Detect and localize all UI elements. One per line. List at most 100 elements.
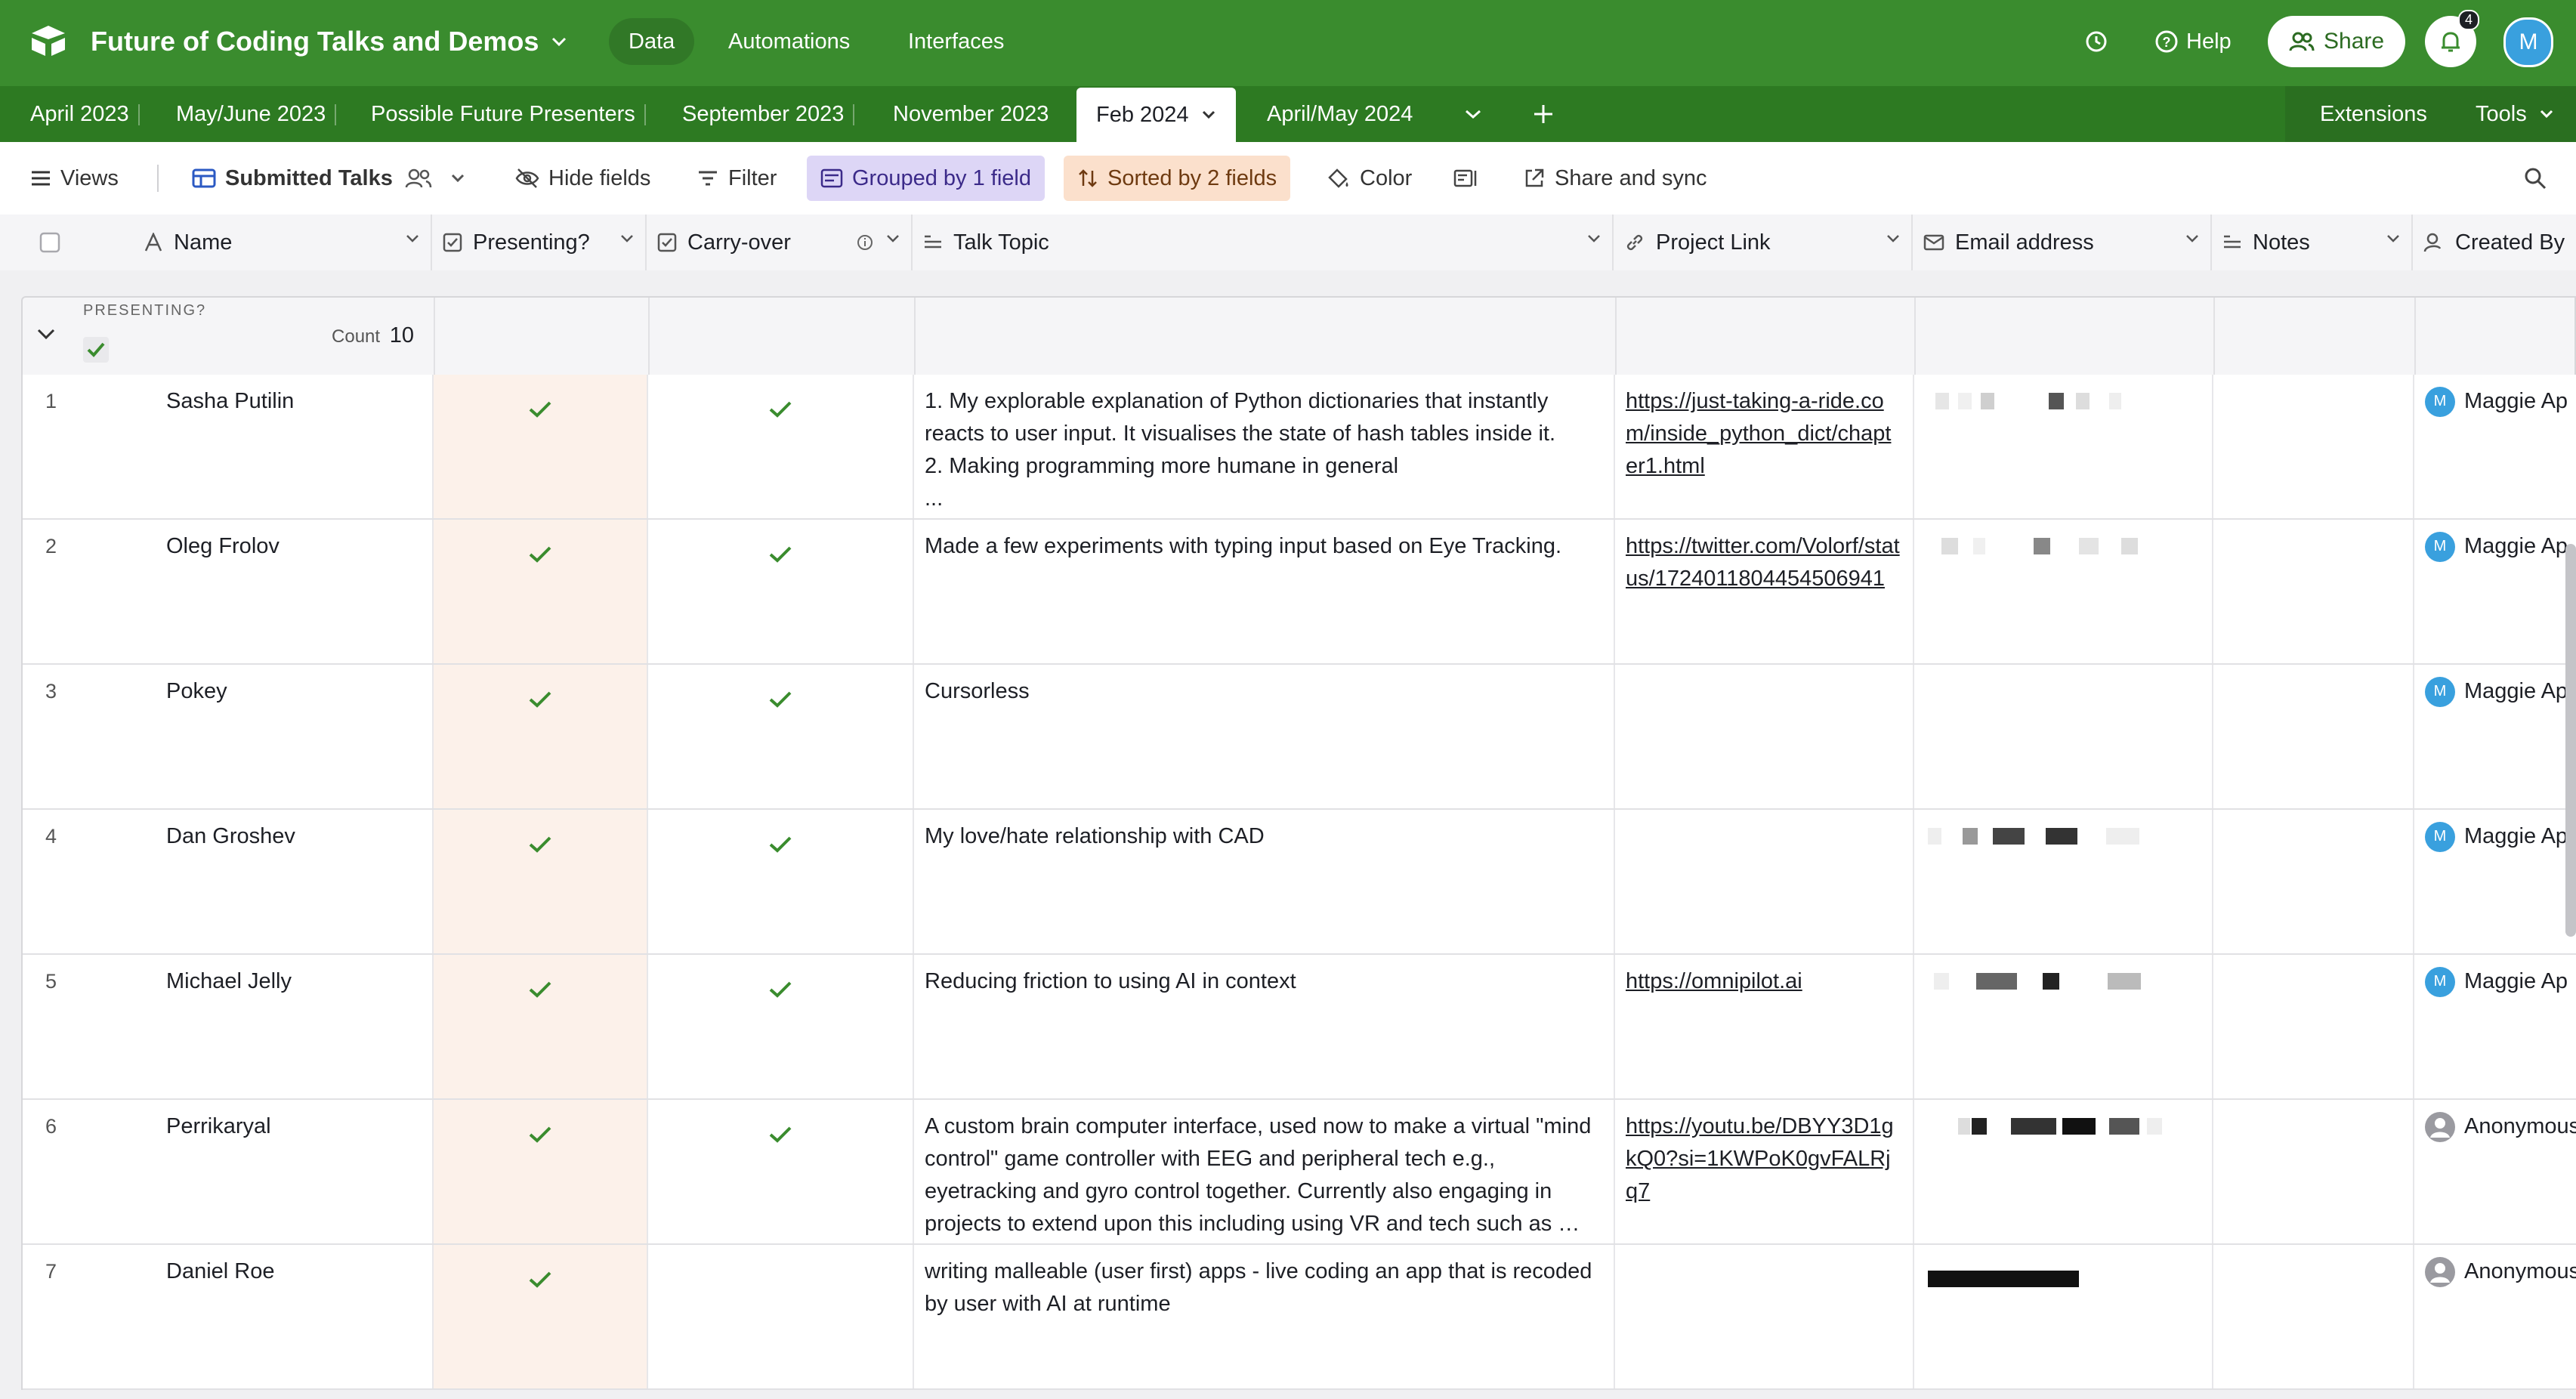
cell-project-link[interactable] bbox=[1615, 665, 1914, 808]
column-header-name[interactable]: Name bbox=[133, 215, 432, 270]
cell-name[interactable]: Michael Jelly bbox=[134, 955, 434, 1098]
cell-project-link[interactable]: https://omnipilot.ai bbox=[1615, 955, 1914, 1098]
share-button[interactable]: Share bbox=[2268, 16, 2406, 67]
table-row[interactable]: 5 Michael Jelly Reducing friction to usi… bbox=[23, 955, 2576, 1100]
cell-email[interactable] bbox=[1914, 955, 2213, 1098]
project-link[interactable]: https://just-taking-a-ride.com/inside_py… bbox=[1626, 389, 1891, 478]
cell-notes[interactable] bbox=[2213, 955, 2414, 1098]
cell-carry-over[interactable] bbox=[648, 1100, 914, 1243]
cell-created-by[interactable]: M Maggie Ap bbox=[2414, 810, 2576, 953]
cell-talk-topic[interactable]: writing malleable (user first) apps - li… bbox=[914, 1245, 1615, 1388]
cell-email[interactable] bbox=[1914, 375, 2213, 518]
cell-presenting[interactable] bbox=[434, 520, 648, 663]
cell-talk-topic[interactable]: Reducing friction to using AI in context bbox=[914, 955, 1615, 1098]
cell-carry-over[interactable] bbox=[648, 810, 914, 953]
cell-talk-topic[interactable]: A custom brain computer interface, used … bbox=[914, 1100, 1615, 1243]
airtable-logo-icon[interactable] bbox=[29, 23, 68, 59]
filter-button[interactable]: Filter bbox=[697, 156, 777, 201]
cell-project-link[interactable]: https://just-taking-a-ride.com/inside_py… bbox=[1615, 375, 1914, 518]
cell-talk-topic[interactable]: 1. My explorable explanation of Python d… bbox=[914, 375, 1615, 518]
chevron-down-icon[interactable] bbox=[1201, 110, 1216, 119]
cell-presenting[interactable] bbox=[434, 375, 648, 518]
tab-april-may-2024[interactable]: April/May 2024 bbox=[1267, 86, 1413, 142]
cell-project-link[interactable]: https://twitter.com/Volorf/status/172401… bbox=[1615, 520, 1914, 663]
cell-project-link[interactable] bbox=[1615, 1245, 1914, 1388]
share-sync-button[interactable]: Share and sync bbox=[1523, 156, 1707, 201]
table-row[interactable]: 1 Sasha Putilin 1. My explorable explana… bbox=[23, 375, 2576, 520]
tab-feb-2024[interactable]: Feb 2024 bbox=[1076, 88, 1236, 142]
view-switcher[interactable]: Submitted Talks bbox=[192, 156, 465, 201]
collapse-group-chevron-icon[interactable] bbox=[36, 328, 56, 340]
nav-interfaces[interactable]: Interfaces bbox=[888, 18, 1024, 65]
sort-button[interactable]: Sorted by 2 fields bbox=[1064, 156, 1291, 201]
table-row[interactable]: 2 Oleg Frolov Made a few experiments wit… bbox=[23, 520, 2576, 665]
column-header-project-link[interactable]: Project Link bbox=[1614, 215, 1913, 270]
column-header-carry-over[interactable]: Carry-over bbox=[647, 215, 913, 270]
cell-presenting[interactable] bbox=[434, 665, 648, 808]
cell-carry-over[interactable] bbox=[648, 955, 914, 1098]
cell-presenting[interactable] bbox=[434, 1245, 648, 1388]
nav-automations[interactable]: Automations bbox=[709, 18, 869, 65]
table-row[interactable]: 3 Pokey Cursorless M Maggie Ap bbox=[23, 665, 2576, 810]
nav-data[interactable]: Data bbox=[609, 18, 695, 65]
cell-notes[interactable] bbox=[2213, 665, 2414, 808]
table-row[interactable]: 7 Daniel Roe writing malleable (user fir… bbox=[23, 1245, 2576, 1390]
cell-talk-topic[interactable]: My love/hate relationship with CAD bbox=[914, 810, 1615, 953]
cell-email[interactable] bbox=[1914, 1245, 2213, 1388]
cell-presenting[interactable] bbox=[434, 955, 648, 1098]
group-button[interactable]: Grouped by 1 field bbox=[807, 156, 1045, 201]
cell-talk-topic[interactable]: Cursorless bbox=[914, 665, 1615, 808]
tools-button[interactable]: Tools bbox=[2476, 86, 2554, 142]
cell-created-by[interactable]: Anonymous bbox=[2414, 1100, 2576, 1243]
cell-created-by[interactable]: M Maggie Ap bbox=[2414, 520, 2576, 663]
more-tabs-chevron-icon[interactable] bbox=[1464, 86, 1482, 142]
cell-email[interactable] bbox=[1914, 665, 2213, 808]
cell-created-by[interactable]: Anonymous bbox=[2414, 1245, 2576, 1388]
tab-april-2023[interactable]: April 2023 bbox=[30, 86, 140, 142]
cell-notes[interactable] bbox=[2213, 375, 2414, 518]
cell-carry-over[interactable] bbox=[648, 665, 914, 808]
column-header-presenting[interactable]: Presenting? bbox=[432, 215, 647, 270]
table-row[interactable]: 6 Perrikaryal A custom brain computer in… bbox=[23, 1100, 2576, 1245]
cell-name[interactable]: Sasha Putilin bbox=[134, 375, 434, 518]
cell-notes[interactable] bbox=[2213, 810, 2414, 953]
cell-name[interactable]: Perrikaryal bbox=[134, 1100, 434, 1243]
notifications-button[interactable]: 4 bbox=[2425, 10, 2479, 67]
views-button[interactable]: Views bbox=[30, 156, 119, 201]
cell-presenting[interactable] bbox=[434, 810, 648, 953]
vertical-scrollbar[interactable] bbox=[2565, 544, 2576, 937]
table-row[interactable]: 4 Dan Groshev My love/hate relationship … bbox=[23, 810, 2576, 955]
search-icon[interactable] bbox=[2523, 156, 2547, 201]
color-button[interactable]: Color bbox=[1327, 156, 1412, 201]
cell-carry-over[interactable] bbox=[648, 375, 914, 518]
cell-project-link[interactable]: https://youtu.be/DBYY3D1gkQ0?si=1KWPoK0g… bbox=[1615, 1100, 1914, 1243]
cell-created-by[interactable]: M Maggie Ap bbox=[2414, 665, 2576, 808]
tab-september-2023[interactable]: September 2023 bbox=[682, 86, 855, 142]
project-link[interactable]: https://omnipilot.ai bbox=[1626, 969, 1802, 993]
tab-november-2023[interactable]: November 2023 bbox=[893, 86, 1049, 142]
column-header-created-by[interactable]: Created By bbox=[2413, 215, 2576, 270]
cell-carry-over[interactable] bbox=[648, 1245, 914, 1388]
cell-created-by[interactable]: M Maggie Ap bbox=[2414, 955, 2576, 1098]
select-all-checkbox[interactable] bbox=[0, 215, 133, 270]
row-height-icon[interactable] bbox=[1453, 156, 1479, 201]
tab-may-june-2023[interactable]: May/June 2023 bbox=[176, 86, 337, 142]
cell-email[interactable] bbox=[1914, 810, 2213, 953]
history-icon[interactable] bbox=[2083, 18, 2109, 65]
cell-presenting[interactable] bbox=[434, 1100, 648, 1243]
info-icon[interactable] bbox=[857, 234, 873, 251]
hide-fields-button[interactable]: Hide fields bbox=[515, 156, 650, 201]
cell-email[interactable] bbox=[1914, 1100, 2213, 1243]
cell-name[interactable]: Dan Groshev bbox=[134, 810, 434, 953]
project-link[interactable]: https://youtu.be/DBYY3D1gkQ0?si=1KWPoK0g… bbox=[1626, 1114, 1894, 1203]
cell-project-link[interactable] bbox=[1615, 810, 1914, 953]
help-button[interactable]: ? Help bbox=[2154, 18, 2232, 65]
cell-name[interactable]: Pokey bbox=[134, 665, 434, 808]
cell-talk-topic[interactable]: Made a few experiments with typing input… bbox=[914, 520, 1615, 663]
base-title[interactable]: Future of Coding Talks and Demos bbox=[91, 23, 567, 60]
cell-name[interactable]: Oleg Frolov bbox=[134, 520, 434, 663]
project-link[interactable]: https://twitter.com/Volorf/status/172401… bbox=[1626, 534, 1900, 591]
column-header-email[interactable]: Email address bbox=[1913, 215, 2212, 270]
group-header[interactable]: PRESENTING? Count 10 bbox=[21, 296, 2576, 376]
column-header-talk-topic[interactable]: Talk Topic bbox=[913, 215, 1614, 270]
